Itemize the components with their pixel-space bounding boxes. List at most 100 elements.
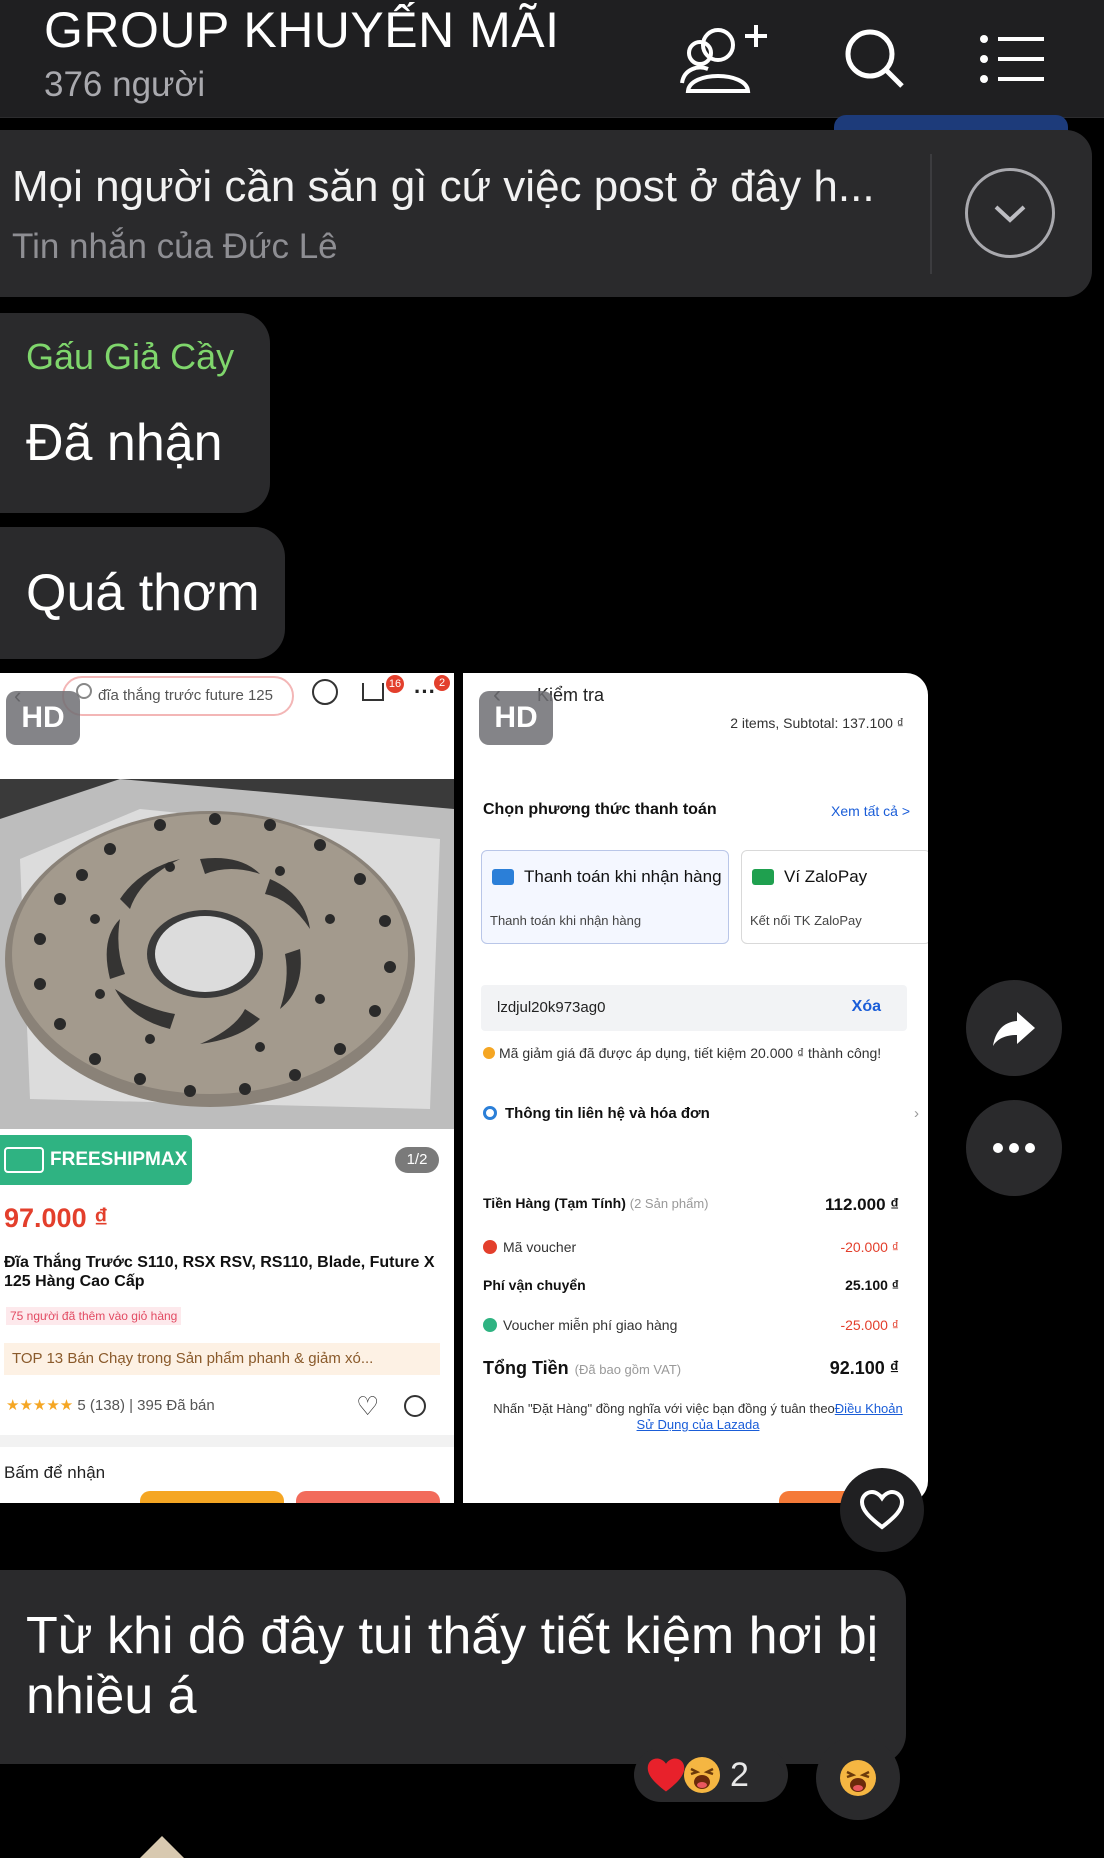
voucher-icon: [483, 1240, 497, 1254]
menu-icon[interactable]: [963, 14, 1063, 104]
refresh-icon: [312, 679, 338, 705]
message-bubble[interactable]: Từ khi dô đây tui thấy tiết kiệm hơi bị …: [0, 1570, 906, 1764]
more-badge: 2: [434, 675, 450, 691]
message-bubble[interactable]: Quá thơm: [0, 527, 285, 659]
zalopay-subtitle: Kết nối TK ZaloPay: [750, 913, 862, 928]
voucher-code: lzdjul20k973ag0: [497, 999, 606, 1016]
row-sub: (2 Sản phẩm): [629, 1196, 709, 1211]
message-text: Đã nhận: [26, 414, 223, 472]
see-all-link: Xem tất cả >: [831, 803, 910, 819]
shared-image-checkout[interactable]: ‹ Kiểm tra HD 2 items, Subtotal: 137.100…: [463, 673, 928, 1503]
voucher-note: Mã giảm giá đã được áp dụng, tiết kiệm 2…: [483, 1045, 903, 1062]
rating-stars-icon: ★★★★★: [6, 1397, 74, 1414]
message-bubble[interactable]: Gấu Giả Cầy Đã nhận: [0, 313, 270, 513]
row-label: Mã voucher: [503, 1239, 577, 1255]
summary-row: Voucher miễn phí giao hàng -25.000 ₫: [483, 1317, 923, 1333]
forward-button[interactable]: [966, 980, 1062, 1076]
more-icon: ···: [414, 679, 436, 704]
total-row: Tổng Tiền (Đã bao gồm VAT) 92.100 ₫: [483, 1358, 923, 1379]
brake-disc-photo: [0, 779, 454, 1129]
hd-badge: HD: [6, 691, 80, 745]
row-label: Phí vận chuyển: [483, 1277, 586, 1293]
voucher-code-box: lzdjul20k973ag0 Xóa: [481, 985, 907, 1031]
chevron-right-icon: ›: [914, 1105, 919, 1122]
row-label: Tiền Hàng (Tạm Tính): [483, 1195, 626, 1211]
summary-row: Mã voucher -20.000 ₫: [483, 1239, 923, 1255]
react-heart-button[interactable]: [840, 1468, 924, 1552]
add-to-cart-button: [296, 1491, 440, 1503]
row-value: 112.000 ₫: [825, 1195, 899, 1214]
added-to-cart-note: 75 người đã thêm vào giỏ hàng: [6, 1307, 182, 1325]
cod-subtitle: Thanh toán khi nhận hàng: [490, 913, 642, 928]
subtotal-line: 2 items, Subtotal: 137.100 ₫: [730, 715, 904, 731]
heart-icon: [647, 1758, 685, 1792]
cod-option-card: Thanh toán khi nhận hàng Thanh toán khi …: [481, 850, 729, 944]
info-icon: [483, 1106, 497, 1120]
chat-header: GROUP KHUYẾN MÃI 376 người: [0, 0, 1104, 118]
divider: [0, 1435, 454, 1447]
cash-icon: [492, 869, 514, 885]
zalopay-option-card: Ví ZaloPay Kết nối TK ZaloPay: [741, 850, 928, 944]
pinned-message-bar[interactable]: Mọi người cần săn gì cứ việc post ở đây …: [0, 130, 1092, 297]
heart-outline-icon: [859, 1489, 905, 1530]
voucher-note-text: Mã giảm giá đã được áp dụng, tiết kiệm 2…: [499, 1045, 882, 1061]
reaction-count: 2: [730, 1755, 749, 1794]
zalopay-title: Ví ZaloPay: [784, 867, 868, 886]
more-options-button[interactable]: [966, 1100, 1062, 1196]
row-value: -25.000 ₫: [840, 1317, 899, 1333]
laughing-face-icon: [840, 1760, 876, 1796]
zalopay-icon: [752, 869, 774, 885]
shared-image-product[interactable]: ‹ đĩa thắng trước future 125 16 ··· 2 HD: [0, 673, 454, 1503]
sender-name[interactable]: Gấu Giả Cầy: [26, 335, 234, 379]
contact-info-text: Thông tin liên hệ và hóa đơn: [505, 1105, 710, 1122]
forward-icon: [993, 1012, 1035, 1046]
message-text: Từ khi dô đây tui thấy tiết kiệm hơi bị …: [26, 1607, 879, 1725]
info-dot-icon: [483, 1047, 495, 1059]
contact-info-row: Thông tin liên hệ và hóa đơn ›: [483, 1105, 923, 1122]
add-member-icon[interactable]: [676, 14, 776, 104]
total-sub: (Đã bao gồm VAT): [574, 1362, 682, 1377]
more-icon: [993, 1143, 1035, 1153]
cod-title: Thanh toán khi nhận hàng: [524, 867, 722, 886]
share-icon: [404, 1395, 426, 1417]
member-count: 376 người: [44, 65, 206, 104]
rating-text: 5 (138) | 395 Đã bán: [77, 1397, 215, 1414]
image-pager: 1/2: [395, 1147, 439, 1173]
total-label: Tổng Tiền: [483, 1358, 569, 1378]
truck-icon: [4, 1147, 44, 1173]
legal-note: Nhấn "Đặt Hàng" đồng nghĩa với việc bạn …: [483, 1401, 913, 1433]
avatar-partial: [140, 1836, 184, 1858]
top-ranking-bar: TOP 13 Bán Chạy trong Sản phẩm phanh & g…: [4, 1343, 440, 1375]
row-value: -20.000 ₫: [840, 1239, 899, 1255]
hd-badge: HD: [479, 691, 553, 745]
row-value: 25.100 ₫: [845, 1277, 899, 1293]
laughing-face-icon: [684, 1757, 720, 1793]
group-title[interactable]: GROUP KHUYẾN MÃI: [44, 2, 560, 58]
cart-icon: [362, 683, 384, 701]
search-icon[interactable]: [825, 14, 925, 104]
buy-now-button: [140, 1491, 284, 1503]
product-price: 97.000 ₫: [4, 1203, 108, 1233]
claim-voucher-text: Bấm để nhận: [4, 1463, 106, 1482]
cart-badge: 16: [386, 675, 404, 693]
rating-line: ★★★★★ 5 (138) | 395 Đã bán: [6, 1396, 215, 1414]
row-label: Voucher miễn phí giao hàng: [503, 1317, 678, 1333]
divider: [930, 154, 932, 274]
summary-row: Tiền Hàng (Tạm Tính) (2 Sản phẩm) 112.00…: [483, 1195, 923, 1214]
reaction-summary[interactable]: 2: [634, 1748, 788, 1802]
freeship-label: FREESHIPMAX: [50, 1149, 188, 1170]
total-value: 92.100 ₫: [829, 1358, 899, 1378]
product-search-field: đĩa thắng trước future 125: [62, 676, 294, 716]
heart-outline-icon: ♡: [356, 1391, 380, 1421]
legal-text: Nhấn "Đặt Hàng" đồng nghĩa với việc bạn …: [493, 1401, 835, 1416]
chevron-down-icon[interactable]: [965, 168, 1055, 258]
free-shipping-icon: [483, 1318, 497, 1332]
pinned-message-author: Tin nhắn của Đức Lê: [12, 227, 338, 266]
message-text: Quá thơm: [26, 564, 260, 622]
add-reaction-button[interactable]: [816, 1736, 900, 1820]
payment-method-heading: Chọn phương thức thanh toán: [483, 801, 717, 818]
pinned-message-text: Mọi người cần săn gì cứ việc post ở đây …: [12, 162, 875, 211]
product-name: Đĩa Thắng Trước S110, RSX RSV, RS110, Bl…: [4, 1254, 435, 1290]
summary-row: Phí vận chuyển 25.100 ₫: [483, 1277, 923, 1293]
remove-voucher-text: Xóa: [851, 998, 881, 1015]
